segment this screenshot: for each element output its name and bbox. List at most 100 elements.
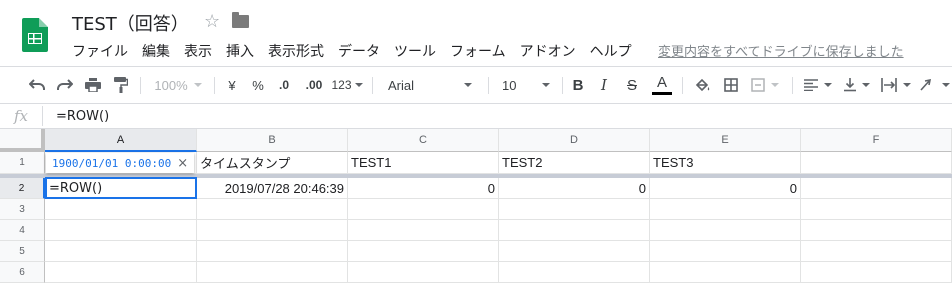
cell-b2[interactable]: 2019/07/28 20:46:39 <box>197 178 348 199</box>
more-formats-select[interactable]: 123 <box>330 67 364 103</box>
sheets-logo[interactable] <box>22 18 48 52</box>
menu-insert[interactable]: 挿入 <box>226 41 254 61</box>
menu-help[interactable]: ヘルプ <box>590 41 632 61</box>
text-color-button[interactable]: A <box>650 67 674 103</box>
menu-format[interactable]: 表示形式 <box>268 41 324 61</box>
cell-b5[interactable] <box>197 241 348 262</box>
paint-format-icon[interactable] <box>110 67 132 103</box>
cell-b6[interactable] <box>197 262 348 283</box>
menu-data[interactable]: データ <box>338 41 380 61</box>
cell-f2[interactable] <box>801 178 952 199</box>
cell-c4[interactable] <box>348 220 499 241</box>
star-icon[interactable]: ☆ <box>204 11 220 32</box>
column-header-f[interactable]: F <box>801 129 952 152</box>
vertical-align-icon[interactable] <box>840 67 874 103</box>
merge-cells-icon[interactable] <box>748 67 782 103</box>
value-preview-tooltip: 1900/01/01 0:00:00 × <box>46 153 195 173</box>
redo-icon[interactable] <box>54 67 76 103</box>
cell-c2[interactable]: 0 <box>348 178 499 199</box>
cell-b4[interactable] <box>197 220 348 241</box>
font-size-value: 10 <box>502 77 517 93</box>
font-select[interactable]: Arial <box>380 67 480 103</box>
cell-d5[interactable] <box>499 241 650 262</box>
cell-d4[interactable] <box>499 220 650 241</box>
formula-input[interactable]: =ROW() <box>56 109 109 124</box>
chevron-down-icon <box>464 83 472 87</box>
cell-f3[interactable] <box>801 199 952 220</box>
column-header-b[interactable]: B <box>197 129 348 152</box>
strikethrough-button[interactable]: S <box>622 67 642 103</box>
cell-e2[interactable]: 0 <box>650 178 801 199</box>
fill-color-icon[interactable] <box>692 67 714 103</box>
currency-button[interactable]: ¥ <box>222 67 242 103</box>
select-all-corner[interactable] <box>0 129 45 152</box>
row-header-1[interactable]: 1 <box>0 152 45 174</box>
font-size-select[interactable]: 10 <box>496 67 556 103</box>
chevron-down-icon <box>824 83 832 87</box>
decimal-decrease-button[interactable]: .0 <box>272 67 296 103</box>
borders-icon[interactable] <box>720 67 742 103</box>
cell-e3[interactable] <box>650 199 801 220</box>
document-title[interactable]: TEST（回答） <box>72 10 189 36</box>
text-color-letter: A <box>656 73 667 91</box>
chevron-down-icon <box>862 83 870 87</box>
cell-a5[interactable] <box>45 241 197 262</box>
column-header-c[interactable]: C <box>348 129 499 152</box>
cell-f5[interactable] <box>801 241 952 262</box>
cell-b1[interactable]: タイムスタンプ <box>197 152 348 174</box>
text-rotation-icon[interactable] <box>918 67 952 103</box>
spreadsheet-grid: A B C D E F 1 2 3 4 5 6 タイムスタンプ TEST1 TE… <box>0 129 952 283</box>
cell-f6[interactable] <box>801 262 952 283</box>
column-header-a[interactable]: A <box>45 129 197 152</box>
cell-c6[interactable] <box>348 262 499 283</box>
chevron-down-icon <box>903 83 911 87</box>
cell-a4[interactable] <box>45 220 197 241</box>
tooltip-text: 1900/01/01 0:00:00 <box>52 156 172 170</box>
cell-c3[interactable] <box>348 199 499 220</box>
menu-view[interactable]: 表示 <box>184 41 212 61</box>
horizontal-align-icon[interactable] <box>800 67 836 103</box>
save-status-link[interactable]: 変更内容をすべてドライブに保存しました <box>658 41 904 60</box>
cell-f4[interactable] <box>801 220 952 241</box>
folder-icon[interactable] <box>232 12 249 28</box>
decimal-increase-button[interactable]: .00 <box>300 67 328 103</box>
cell-a3[interactable] <box>45 199 197 220</box>
cell-d3[interactable] <box>499 199 650 220</box>
menu-file[interactable]: ファイル <box>72 41 128 61</box>
print-icon[interactable] <box>82 67 104 103</box>
menu-form[interactable]: フォーム <box>450 41 506 61</box>
cell-d1[interactable]: TEST2 <box>499 152 650 174</box>
row-header-4[interactable]: 4 <box>0 220 45 241</box>
percent-button[interactable]: % <box>248 67 268 103</box>
italic-button[interactable]: I <box>594 67 614 103</box>
row-header-6[interactable]: 6 <box>0 262 45 283</box>
text-wrap-icon[interactable] <box>878 67 914 103</box>
cell-d6[interactable] <box>499 262 650 283</box>
row-header-2[interactable]: 2 <box>0 178 45 199</box>
column-header-e[interactable]: E <box>650 129 801 152</box>
undo-icon[interactable] <box>26 67 48 103</box>
zoom-select[interactable]: 100% <box>148 67 208 103</box>
menu-edit[interactable]: 編集 <box>142 41 170 61</box>
cell-a6[interactable] <box>45 262 197 283</box>
cell-e6[interactable] <box>650 262 801 283</box>
cell-c1[interactable]: TEST1 <box>348 152 499 174</box>
divider <box>0 103 952 104</box>
cell-c5[interactable] <box>348 241 499 262</box>
cell-f1[interactable] <box>801 152 952 174</box>
bold-button[interactable]: B <box>568 67 588 103</box>
cell-e1[interactable]: TEST3 <box>650 152 801 174</box>
cell-e4[interactable] <box>650 220 801 241</box>
cell-b3[interactable] <box>197 199 348 220</box>
close-icon[interactable]: × <box>177 156 188 171</box>
menu-tools[interactable]: ツール <box>394 41 436 61</box>
row-header-5[interactable]: 5 <box>0 241 45 262</box>
cell-e5[interactable] <box>650 241 801 262</box>
decimal-increase-label: .00 <box>305 78 323 92</box>
menu-addons[interactable]: アドオン <box>520 41 576 61</box>
cell-a2-editor[interactable]: =ROW() <box>45 177 197 199</box>
column-header-d[interactable]: D <box>499 129 650 152</box>
text-color-bar <box>652 91 672 95</box>
row-header-3[interactable]: 3 <box>0 199 45 220</box>
cell-d2[interactable]: 0 <box>499 178 650 199</box>
